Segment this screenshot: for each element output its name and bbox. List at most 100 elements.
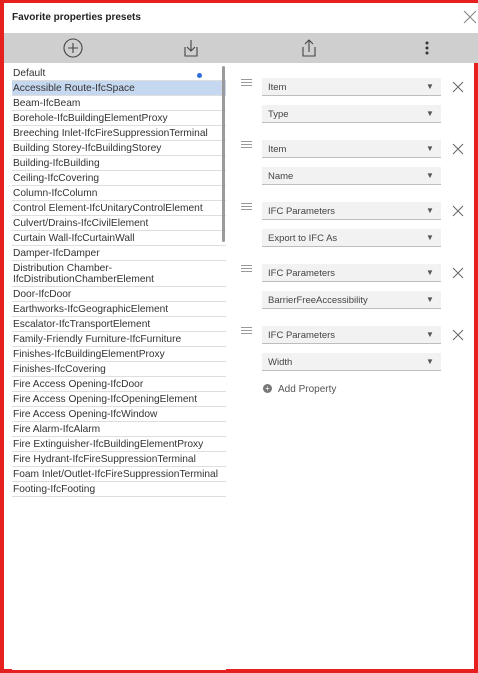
property-dropdown[interactable]: BarrierFreeAccessibility ▼ — [262, 291, 441, 309]
dropdown-arrow-icon: ▼ — [426, 82, 434, 91]
preset-item[interactable]: Finishes-IfcCovering — [12, 362, 226, 377]
preset-item[interactable]: Foam Inlet/Outlet-IfcFireSuppressionTerm… — [12, 467, 226, 482]
dropdown-arrow-icon: ▼ — [426, 295, 434, 304]
preset-label: Fire Hydrant-IfcFireSuppressionTerminal — [13, 454, 196, 465]
drag-handle-icon[interactable] — [241, 139, 252, 148]
preset-item[interactable]: Escalator-IfcTransportElement — [12, 317, 226, 332]
preset-item[interactable]: Fire Hydrant-IfcFireSuppressionTerminal — [12, 452, 226, 467]
preset-label: Door-IfcDoor — [13, 289, 72, 300]
preset-label: Finishes-IfcBuildingElementProxy — [13, 349, 165, 360]
preset-label: Beam-IfcBeam — [13, 98, 81, 109]
window-title: Favorite properties presets — [12, 12, 141, 23]
property-dropdown[interactable]: Export to IFC As ▼ — [262, 229, 441, 247]
preset-label: Curtain Wall-IfcCurtainWall — [13, 233, 135, 244]
preset-item[interactable]: Earthworks-IfcGeographicElement — [12, 302, 226, 317]
property-row: Item ▼ Type ▼ — [236, 66, 476, 126]
property-dropdown[interactable]: Type ▼ — [262, 105, 441, 123]
preset-item[interactable]: Curtain Wall-IfcCurtainWall — [12, 231, 226, 246]
add-icon: + — [263, 383, 272, 393]
remove-icon[interactable] — [452, 205, 464, 217]
property-row: IFC Parameters ▼ BarrierFreeAccessibility ▼ — [236, 252, 476, 312]
preset-item[interactable]: Borehole-IfcBuildingElementProxy — [12, 111, 226, 126]
preset-item[interactable]: Accessible Route-IfcSpace — [12, 81, 226, 96]
add-property-label: Add Property — [278, 384, 337, 395]
preset-item[interactable]: Column-IfcColumn — [12, 186, 226, 201]
preset-label: Damper-IfcDamper — [13, 248, 100, 259]
preset-label: Footing-IfcFooting — [13, 484, 96, 495]
close-icon[interactable] — [462, 9, 478, 25]
preset-item[interactable]: Footing-IfcFooting — [12, 482, 226, 497]
dropdown-arrow-icon: ▼ — [426, 144, 434, 153]
preset-item[interactable]: Finishes-IfcBuildingElementProxy — [12, 347, 226, 362]
property-row: IFC Parameters ▼ Export to IFC As ▼ — [236, 190, 476, 250]
preset-label: Fire Access Opening-IfcOpeningElement — [13, 394, 198, 405]
property-dropdown[interactable]: Name ▼ — [262, 167, 441, 185]
property-value: Width — [268, 357, 293, 368]
preset-item[interactable]: Building-IfcBuilding — [12, 156, 226, 171]
dropdown-arrow-icon: ▼ — [426, 330, 434, 339]
drag-handle-icon[interactable] — [241, 201, 252, 210]
preset-item[interactable]: Beam-IfcBeam — [12, 96, 226, 111]
plus-circle-icon[interactable] — [62, 37, 84, 59]
preset-label: Default — [13, 68, 46, 79]
preset-label: Accessible Route-IfcSpace — [13, 83, 135, 94]
preset-label: Culvert/Drains-IfcCivilElement — [13, 218, 149, 229]
group-dropdown[interactable]: IFC Parameters ▼ — [262, 264, 441, 282]
share-icon[interactable] — [298, 37, 320, 59]
preset-item[interactable]: Fire Extinguisher-IfcBuildingElementProx… — [12, 437, 226, 452]
more-vert-icon[interactable] — [416, 37, 438, 59]
preset-list: Default Accessible Route-IfcSpace Beam-Ifc… — [12, 66, 226, 670]
group-dropdown[interactable]: IFC Parameters ▼ — [262, 202, 441, 220]
group-value: IFC Parameters — [268, 206, 336, 217]
import-icon[interactable] — [180, 37, 202, 59]
remove-icon[interactable] — [452, 81, 464, 93]
property-dropdown[interactable]: Width ▼ — [262, 353, 441, 371]
preset-item[interactable]: Control Element-IfcUnitaryControlElement — [12, 201, 226, 216]
preset-label: Fire Alarm-IfcAlarm — [13, 424, 101, 435]
group-value: IFC Parameters — [268, 330, 336, 341]
remove-icon[interactable] — [452, 143, 464, 155]
scrollbar[interactable] — [222, 66, 225, 242]
preset-item[interactable]: Ceiling-IfcCovering — [12, 171, 226, 186]
property-value: Name — [268, 171, 294, 182]
preset-item[interactable]: Door-IfcDoor — [12, 287, 226, 302]
group-dropdown[interactable]: Item ▼ — [262, 78, 441, 96]
preset-item[interactable]: Culvert/Drains-IfcCivilElement — [12, 216, 226, 231]
preset-label: Distribution Chamber-IfcDistributionCham… — [13, 263, 154, 285]
property-panel: + Add Property Item ▼ Type ▼ Item ▼ Name ▼ IFC Pa… — [236, 66, 476, 666]
property-value: Type — [268, 109, 289, 120]
group-dropdown[interactable]: Item ▼ — [262, 140, 441, 158]
preset-item[interactable]: Fire Access Opening-IfcWindow — [12, 407, 226, 422]
drag-handle-icon[interactable] — [241, 77, 252, 86]
preset-label: Column-IfcColumn — [13, 188, 98, 199]
property-row: IFC Parameters ▼ Width ▼ — [236, 314, 476, 374]
add-property-button[interactable]: + Add Property — [263, 383, 337, 395]
dropdown-arrow-icon: ▼ — [426, 206, 434, 215]
preset-label: Control Element-IfcUnitaryControlElement — [13, 203, 203, 214]
preset-item[interactable]: Breeching Inlet-IfcFireSuppressionTermin… — [12, 126, 226, 141]
active-dot — [197, 73, 202, 78]
preset-item[interactable]: Fire Access Opening-IfcOpeningElement — [12, 392, 226, 407]
preset-label: Building Storey-IfcBuildingStorey — [13, 143, 162, 154]
dropdown-arrow-icon: ▼ — [426, 109, 434, 118]
remove-icon[interactable] — [452, 329, 464, 341]
title-bar: Favorite properties presets — [4, 3, 478, 34]
preset-item[interactable]: Fire Alarm-IfcAlarm — [12, 422, 226, 437]
preset-item[interactable]: Default — [12, 66, 226, 81]
preset-label: Borehole-IfcBuildingElementProxy — [13, 113, 168, 124]
group-dropdown[interactable]: IFC Parameters ▼ — [262, 326, 441, 344]
dropdown-arrow-icon: ▼ — [426, 233, 434, 242]
preset-item[interactable]: Distribution Chamber-IfcDistributionCham… — [12, 261, 226, 287]
preset-item[interactable]: Damper-IfcDamper — [12, 246, 226, 261]
dropdown-arrow-icon: ▼ — [426, 171, 434, 180]
dropdown-arrow-icon: ▼ — [426, 357, 434, 366]
drag-handle-icon[interactable] — [241, 263, 252, 272]
drag-handle-icon[interactable] — [241, 325, 252, 334]
preset-item[interactable]: Fire Access Opening-IfcDoor — [12, 377, 226, 392]
property-value: BarrierFreeAccessibility — [268, 295, 368, 306]
property-value: Export to IFC As — [268, 233, 338, 244]
preset-item[interactable]: Family-Friendly Furniture-IfcFurniture — [12, 332, 226, 347]
preset-item[interactable]: Building Storey-IfcBuildingStorey — [12, 141, 226, 156]
preset-label: Foam Inlet/Outlet-IfcFireSuppressionTerm… — [13, 469, 218, 480]
remove-icon[interactable] — [452, 267, 464, 279]
